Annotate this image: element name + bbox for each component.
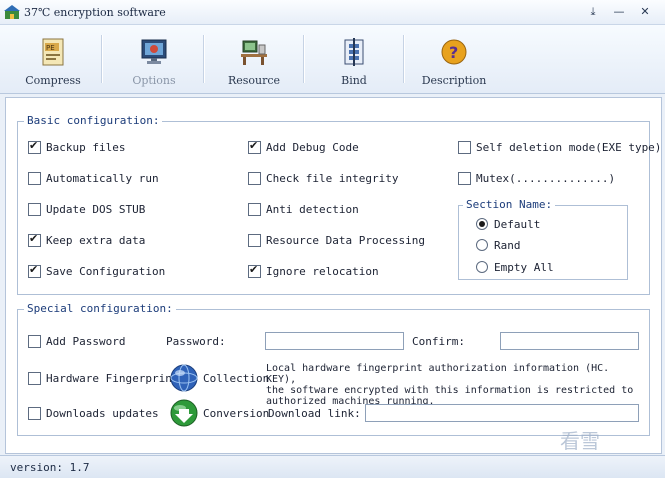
pin-button[interactable]: ⤓ bbox=[584, 4, 602, 20]
app-icon bbox=[4, 5, 20, 19]
default-radio[interactable]: Default bbox=[476, 218, 540, 232]
collection-button[interactable]: Collection bbox=[203, 372, 269, 386]
bind-files-icon bbox=[344, 38, 364, 66]
pe-file-icon: PE bbox=[42, 38, 64, 66]
conversion-download-icon[interactable] bbox=[170, 399, 198, 427]
backup-files-checkbox[interactable]: ✔ Backup files bbox=[28, 138, 125, 155]
bind-tool[interactable]: Bind bbox=[311, 31, 397, 91]
update-dos-stub-checkbox[interactable]: Update DOS STUB bbox=[28, 202, 145, 217]
basic-configuration-title: Basic configuration: bbox=[24, 114, 163, 127]
basic-configuration-group: Basic configuration: ✔ Backup files Autom… bbox=[17, 114, 661, 295]
main-window: 37℃ encryption software ⤓ — ✕ PE Compres… bbox=[0, 0, 665, 478]
download-link-label: Download link: bbox=[268, 407, 361, 420]
resource-label: Resource bbox=[227, 74, 281, 87]
hardware-fingerprint-checkbox[interactable]: Hardware Fingerprint bbox=[28, 371, 178, 386]
password-input[interactable] bbox=[265, 332, 404, 350]
compress-label: Compress bbox=[25, 74, 81, 87]
automatically-run-checkbox[interactable]: Automatically run bbox=[28, 171, 159, 186]
resource-tool[interactable]: Resource bbox=[211, 31, 297, 91]
section-name-title: Section Name: bbox=[463, 198, 556, 211]
confirm-label: Confirm: bbox=[412, 335, 465, 348]
options-label: Options bbox=[132, 74, 176, 87]
description-tool[interactable]: ? Description bbox=[411, 31, 497, 91]
bind-label: Bind bbox=[341, 74, 367, 87]
add-password-checkbox[interactable]: Add Password bbox=[28, 334, 125, 349]
add-debug-code-checkbox[interactable]: ✔ Add Debug Code bbox=[248, 138, 359, 155]
svg-text:?: ? bbox=[449, 43, 458, 62]
toolbar-separator bbox=[403, 35, 405, 83]
options-tool[interactable]: Options bbox=[111, 31, 197, 91]
close-button[interactable]: ✕ bbox=[636, 4, 654, 20]
title-bar: 37℃ encryption software ⤓ — ✕ bbox=[0, 0, 665, 25]
status-bar: version: 1.7 bbox=[0, 455, 665, 478]
svg-text:PE: PE bbox=[46, 44, 55, 52]
conversion-button[interactable]: Conversion bbox=[203, 407, 269, 421]
compress-tool[interactable]: PE Compress bbox=[10, 31, 96, 91]
minimize-button[interactable]: — bbox=[610, 4, 628, 20]
check-icon: ✔ bbox=[29, 231, 39, 245]
options-monitor-icon bbox=[141, 39, 167, 64]
check-icon: ✔ bbox=[29, 138, 39, 152]
check-icon: ✔ bbox=[249, 262, 259, 276]
toolbar-separator bbox=[203, 35, 205, 83]
resource-data-processing-checkbox[interactable]: Resource Data Processing bbox=[248, 233, 425, 248]
password-label: Password: bbox=[166, 335, 226, 348]
downloads-updates-checkbox[interactable]: Downloads updates bbox=[28, 406, 159, 421]
keep-extra-data-checkbox[interactable]: ✔ Keep extra data bbox=[28, 231, 145, 248]
version-text: version: 1.7 bbox=[10, 461, 90, 474]
check-icon: ✔ bbox=[29, 262, 39, 276]
description-label: Description bbox=[421, 74, 487, 87]
self-deletion-mode-checkbox[interactable]: Self deletion mode(EXE type) bbox=[458, 140, 661, 155]
rand-radio[interactable]: Rand bbox=[476, 239, 521, 253]
resource-desk-icon bbox=[241, 40, 267, 65]
empty-all-radio[interactable]: Empty All bbox=[476, 261, 554, 275]
window-title: 37℃ encryption software bbox=[24, 6, 166, 19]
watermark: 看雪 bbox=[560, 429, 600, 453]
hardware-fingerprint-info: Local hardware fingerprint authorization… bbox=[266, 363, 634, 407]
check-file-integrity-checkbox[interactable]: Check file integrity bbox=[248, 171, 398, 186]
special-configuration-title: Special configuration: bbox=[24, 302, 176, 315]
confirm-input[interactable] bbox=[500, 332, 639, 350]
special-configuration-group: Special configuration: Add Password Pass… bbox=[17, 302, 650, 436]
toolbar-separator bbox=[101, 35, 103, 83]
check-icon: ✔ bbox=[249, 138, 259, 152]
mutex-checkbox[interactable]: Mutex(..............) bbox=[458, 171, 615, 186]
anti-detection-checkbox[interactable]: Anti detection bbox=[248, 202, 359, 217]
collection-globe-icon[interactable] bbox=[170, 364, 198, 392]
section-name-group: Section Name: Default Rand Empty All bbox=[458, 198, 628, 280]
main-panel: Basic configuration: ✔ Backup files Autom… bbox=[5, 97, 662, 454]
save-configuration-checkbox[interactable]: ✔ Save Configuration bbox=[28, 262, 165, 279]
toolbar-separator bbox=[303, 35, 305, 83]
ignore-relocation-checkbox[interactable]: ✔ Ignore relocation bbox=[248, 262, 379, 279]
question-mark-icon: ? bbox=[441, 39, 467, 65]
toolbar: PE Compress Options Resource Bind ? Desc… bbox=[0, 25, 665, 94]
download-link-input[interactable] bbox=[365, 404, 639, 422]
